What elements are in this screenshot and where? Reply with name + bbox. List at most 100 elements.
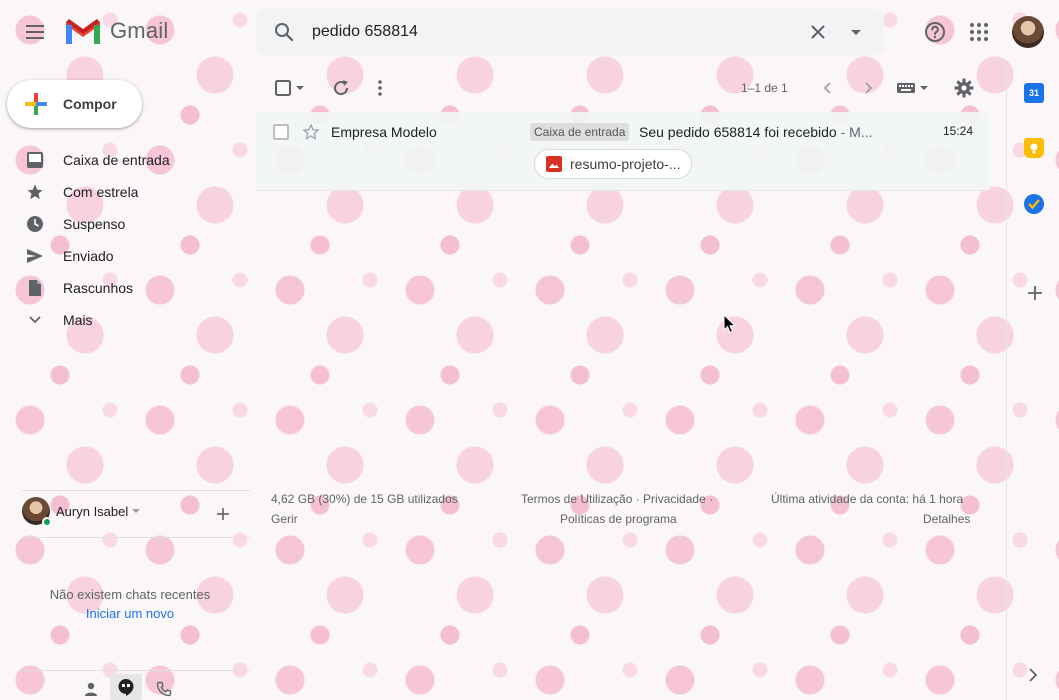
input-tools-button[interactable] [894, 76, 930, 100]
apps-button[interactable] [966, 19, 992, 45]
search-icon[interactable] [272, 20, 296, 44]
sidebar-nav: Caixa de entrada Com estrela Suspenso En… [0, 144, 256, 336]
inbox-label-chip[interactable]: Caixa de entrada [530, 123, 630, 141]
phone-icon [156, 681, 172, 697]
gmail-m-icon [66, 19, 100, 44]
add-chat-plus-icon[interactable] [215, 506, 231, 522]
last-activity: Última atividade da conta: há 1 hora [771, 492, 964, 506]
sidebar-item-label: Mais [63, 312, 93, 328]
chat-user[interactable]: Auryn Isabel [22, 497, 141, 527]
attachment-chip[interactable]: resumo-projeto-... [534, 149, 692, 179]
chevron-left-icon [823, 82, 831, 94]
terms-link[interactable]: Termos de Utilização [521, 492, 632, 506]
footer-links: Termos de Utilização · Privacidade · [521, 492, 713, 506]
email-subject-text: Seu pedido 658814 foi recebido [639, 124, 837, 140]
sidebar-item-label: Enviado [63, 248, 114, 264]
no-recent-chats-text: Não existem chats recentes [49, 587, 211, 602]
tasks-icon[interactable] [1024, 194, 1044, 214]
hangouts-button[interactable] [110, 674, 142, 700]
sidebar-item-snoozed[interactable]: Suspenso [0, 208, 256, 240]
sidebar-item-starred[interactable]: Com estrela [0, 176, 256, 208]
send-icon [26, 247, 44, 265]
select-all-checkbox[interactable] [272, 76, 308, 100]
account-avatar[interactable] [1012, 16, 1044, 48]
plus-icon [25, 93, 47, 115]
chevron-right-icon [865, 82, 873, 94]
main-menu-button[interactable] [22, 20, 48, 44]
activity-details-link[interactable]: Detalhes [923, 512, 970, 526]
chat-divider [22, 490, 250, 491]
hangouts-icon [118, 679, 134, 696]
clock-icon [26, 215, 44, 233]
email-sender: Empresa Modelo [331, 124, 437, 140]
close-icon[interactable] [806, 20, 830, 44]
apps-grid-icon [970, 23, 988, 41]
email-snippet: - M... [836, 124, 873, 140]
expand-side-panel-chevron-right-icon[interactable] [1027, 667, 1039, 683]
program-policies-link[interactable]: Políticas de programa [560, 512, 677, 526]
chat-divider [22, 537, 250, 538]
keep-icon[interactable] [1024, 138, 1044, 158]
caret-down-icon[interactable] [131, 506, 141, 516]
refresh-icon [334, 80, 349, 96]
help-button[interactable] [922, 19, 948, 45]
compose-button[interactable]: Compor [7, 80, 142, 128]
email-row[interactable]: Empresa Modelo Caixa de entrada Seu pedi… [256, 112, 990, 191]
help-icon [925, 22, 945, 42]
sidebar-item-label: Com estrela [63, 184, 139, 200]
sidebar-item-drafts[interactable]: Rascunhos [0, 272, 256, 304]
online-status-dot [42, 517, 52, 527]
start-new-chat-link[interactable]: Iniciar um novo [0, 606, 260, 621]
compose-label: Compor [63, 96, 117, 112]
add-addon-plus-icon[interactable] [1026, 284, 1044, 302]
gear-icon [954, 78, 974, 98]
chat-avatar [22, 497, 52, 527]
email-checkbox[interactable] [273, 124, 289, 140]
keyboard-icon [896, 83, 915, 93]
image-icon [546, 156, 562, 172]
sidebar-item-inbox[interactable]: Caixa de entrada [0, 144, 256, 176]
caret-down-icon [919, 86, 928, 90]
footer-separator: · [632, 492, 644, 506]
sidebar-item-label: Caixa de entrada [63, 152, 170, 168]
chat-divider [22, 670, 250, 671]
search-input[interactable] [312, 23, 806, 41]
email-subject: Seu pedido 658814 foi recebido - M... [639, 124, 873, 140]
manage-storage-link[interactable]: Gerir [271, 512, 298, 526]
older-button[interactable] [858, 76, 878, 100]
mouse-pointer-icon [723, 314, 737, 334]
person-icon [85, 682, 97, 696]
checkbox-icon [274, 80, 291, 96]
draft-icon [26, 279, 44, 297]
sidebar-item-more[interactable]: Mais [0, 304, 256, 336]
chevron-down-icon [26, 311, 44, 329]
more-options-button[interactable] [370, 76, 390, 100]
call-button[interactable] [153, 677, 175, 700]
footer-separator: · [705, 492, 714, 506]
more-vert-icon [378, 80, 382, 96]
attachment-name: resumo-projeto-... [570, 156, 681, 172]
caret-down-icon[interactable] [844, 20, 868, 44]
star-icon[interactable] [302, 123, 320, 141]
refresh-button[interactable] [330, 76, 352, 100]
privacy-link[interactable]: Privacidade [643, 492, 706, 506]
chat-user-name: Auryn Isabel [56, 503, 129, 519]
settings-button[interactable] [953, 76, 975, 100]
storage-usage: 4,62 GB (30%) de 15 GB utilizados [271, 492, 458, 506]
gmail-logo-text: Gmail [110, 18, 169, 43]
gmail-logo[interactable]: Gmail [64, 16, 168, 46]
inbox-icon [26, 151, 44, 169]
newer-button[interactable] [818, 76, 838, 100]
email-time: 15:24 [943, 124, 974, 138]
page-count: 1–1 de 1 [741, 81, 788, 95]
side-panel [1006, 64, 1059, 700]
sidebar-item-sent[interactable]: Enviado [0, 240, 256, 272]
caret-down-icon [295, 86, 304, 90]
star-icon [26, 183, 44, 201]
contacts-button[interactable] [80, 677, 102, 700]
search-bar[interactable] [256, 9, 884, 55]
sidebar-item-label: Rascunhos [63, 280, 134, 296]
calendar-day: 31 [1028, 88, 1039, 98]
calendar-icon[interactable]: 31 [1024, 83, 1044, 103]
sidebar-item-label: Suspenso [63, 216, 126, 232]
